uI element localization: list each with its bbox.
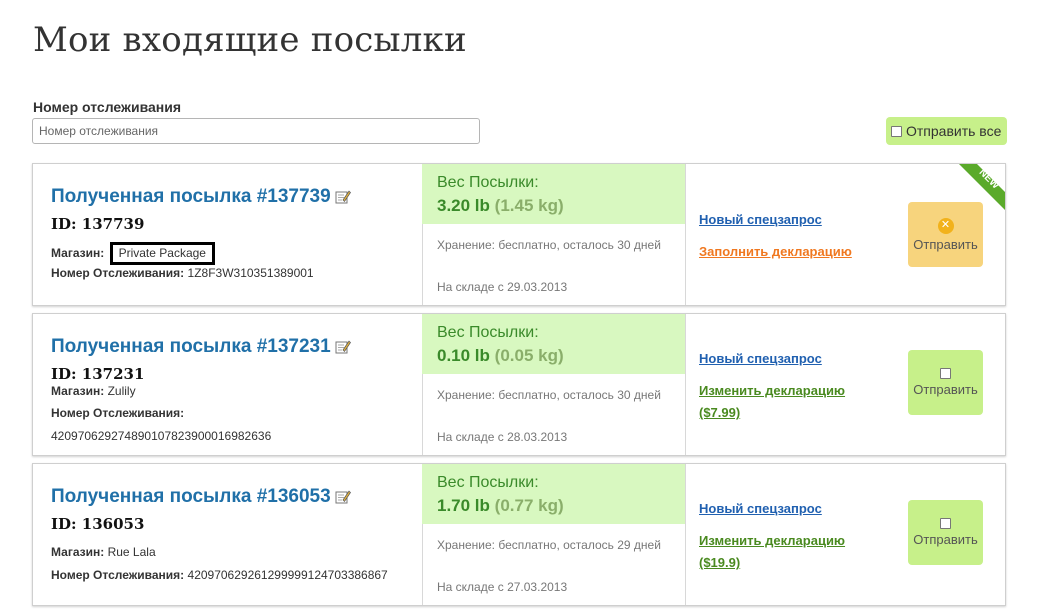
store-label: Магазин:	[51, 246, 105, 260]
store-label: Магазин:	[51, 545, 105, 559]
send-label: Отправить	[913, 236, 978, 252]
tracking-number-label: Номер Отслеживания:	[51, 266, 185, 280]
weight-label: Вес Посылки:	[437, 474, 539, 491]
send-checkbox[interactable]	[940, 368, 951, 379]
store-line: Магазин: Private Package	[51, 242, 215, 265]
tracking-number-value: 1Z8F3W310351389001	[187, 266, 314, 280]
edit-icon[interactable]	[335, 189, 351, 205]
in-stock-date: На складе с 27.03.2013	[437, 580, 568, 594]
package-id: ID: 137231	[51, 365, 145, 383]
send-all-button[interactable]: Отправить все	[886, 117, 1007, 145]
weight-lb: 3.20 lb	[437, 196, 490, 215]
weight-box: Вес Посылки: 1.70 lb (0.77 kg)	[422, 464, 685, 524]
weight-box: Вес Посылки: 0.10 lb (0.05 kg)	[422, 314, 685, 374]
tracking-label: Номер отслеживания	[33, 99, 182, 115]
edit-declaration-link[interactable]: Изменить декларацию	[699, 533, 845, 548]
edit-declaration-link[interactable]: Изменить декларацию	[699, 383, 845, 398]
fill-declaration-link[interactable]: Заполнить декларацию	[699, 244, 852, 259]
send-all-checkbox[interactable]	[891, 125, 902, 137]
package-weight: Вес Посылки: 1.70 lb (0.77 kg) Хранение:…	[422, 464, 686, 605]
send-button[interactable]: Отправить	[908, 350, 983, 415]
weight-value: 0.10 lb (0.05 kg)	[437, 346, 564, 366]
send-label: Отправить	[913, 382, 978, 397]
package-actions: Новый спецзапрос Изменить декларацию ($1…	[685, 464, 1005, 605]
package-title[interactable]: Полученная посылка #136053	[51, 486, 331, 507]
package-actions: Новый спецзапрос Изменить декларацию ($7…	[685, 314, 1005, 455]
edit-icon[interactable]	[335, 339, 351, 355]
tracking-number-label: Номер Отслеживания:	[51, 568, 185, 582]
weight-value: 3.20 lb (1.45 kg)	[437, 196, 564, 216]
store-value: Private Package	[109, 242, 215, 265]
package-card: Полученная посылка #137231 ID: 137231 Ма…	[32, 313, 1006, 456]
weight-label: Вес Посылки:	[437, 324, 539, 341]
tracking-line: Номер Отслеживания: 42097062926129999912…	[51, 568, 388, 582]
tracking-search-input[interactable]	[32, 118, 480, 144]
send-all-label: Отправить все	[906, 123, 1002, 139]
package-title[interactable]: Полученная посылка #137231	[51, 336, 331, 357]
weight-kg: (0.77 kg)	[494, 496, 564, 515]
tracking-number-label: Номер Отслеживания:	[51, 406, 185, 420]
weight-kg: (0.05 kg)	[494, 346, 564, 365]
new-request-link[interactable]: Новый спецзапрос	[699, 501, 822, 516]
send-button[interactable]: ✕ Отправить	[908, 202, 983, 267]
package-info: Полученная посылка #136053 ID: 136053 Ма…	[33, 464, 423, 605]
weight-lb: 0.10 lb	[437, 346, 490, 365]
package-title-link[interactable]: Полученная посылка #137231	[51, 336, 351, 358]
new-request-link[interactable]: Новый спецзапрос	[699, 351, 822, 366]
weight-label: Вес Посылки:	[437, 174, 539, 191]
package-id: ID: 137739	[51, 215, 145, 233]
storage-info: Хранение: бесплатно, осталось 29 дней	[437, 538, 661, 552]
x-circle-icon: ✕	[937, 217, 954, 234]
store-line: Магазин: Rue Lala	[51, 545, 156, 559]
package-id: ID: 136053	[51, 515, 145, 533]
package-weight: Вес Посылки: 0.10 lb (0.05 kg) Хранение:…	[422, 314, 686, 455]
store-value: Zulily	[107, 384, 136, 398]
new-request-link[interactable]: Новый спецзапрос	[699, 212, 822, 227]
storage-info: Хранение: бесплатно, осталось 30 дней	[437, 238, 661, 252]
declaration-price-link[interactable]: ($19.9)	[699, 555, 740, 570]
package-actions: Новый спецзапрос Заполнить декларацию ✕ …	[685, 164, 1005, 305]
edit-icon[interactable]	[335, 489, 351, 505]
package-title-link[interactable]: Полученная посылка #137739	[51, 186, 351, 208]
store-line: Магазин: Zulily	[51, 384, 136, 398]
send-label: Отправить	[913, 532, 978, 547]
storage-info: Хранение: бесплатно, осталось 30 дней	[437, 388, 661, 402]
package-info: Полученная посылка #137231 ID: 137231 Ма…	[33, 314, 423, 455]
page-title: Мои входящие посылки	[33, 20, 467, 60]
tracking-number-value: 420970629274890107823900016982636	[51, 429, 272, 443]
weight-lb: 1.70 lb	[437, 496, 490, 515]
in-stock-date: На складе с 28.03.2013	[437, 430, 568, 444]
package-info: Полученная посылка #137739 ID: 137739 Ма…	[33, 164, 423, 305]
package-card: Полученная посылка #136053 ID: 136053 Ма…	[32, 463, 1006, 606]
weight-box: Вес Посылки: 3.20 lb (1.45 kg)	[422, 164, 685, 224]
new-ribbon: NEW	[959, 164, 1005, 210]
send-button[interactable]: Отправить	[908, 500, 983, 565]
package-title-link[interactable]: Полученная посылка #136053	[51, 486, 351, 508]
tracking-line: Номер Отслеживания: 1Z8F3W310351389001	[51, 266, 314, 280]
in-stock-date: На складе с 29.03.2013	[437, 280, 568, 294]
package-title[interactable]: Полученная посылка #137739	[51, 186, 331, 207]
store-value: Rue Lala	[107, 545, 156, 559]
tracking-number-value: 420970629261299999124703386867	[187, 568, 388, 582]
declaration-price-link[interactable]: ($7.99)	[699, 405, 740, 420]
store-label: Магазин:	[51, 384, 105, 398]
package-card: Полученная посылка #137739 ID: 137739 Ма…	[32, 163, 1006, 306]
weight-kg: (1.45 kg)	[494, 196, 564, 215]
send-checkbox[interactable]	[940, 518, 951, 529]
package-weight: Вес Посылки: 3.20 lb (1.45 kg) Хранение:…	[422, 164, 686, 305]
weight-value: 1.70 lb (0.77 kg)	[437, 496, 564, 516]
